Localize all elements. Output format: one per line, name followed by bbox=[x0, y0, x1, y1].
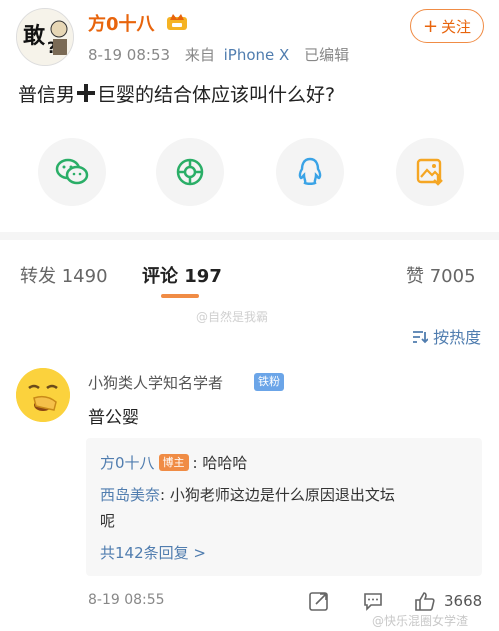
comment-timestamp: 8-19 08:55 bbox=[88, 592, 165, 608]
tab-repost[interactable]: 转发 1490 bbox=[20, 262, 108, 288]
post-text-part2: 巨婴的结合体应该叫什么好? bbox=[97, 84, 336, 106]
post-header: 敢 ? 方0十八 8-19 08:53 来自 iPhone X 已编辑 + 关注 bbox=[0, 0, 499, 70]
sort-by-popularity-button[interactable]: 按热度 bbox=[412, 324, 481, 348]
share-icon[interactable] bbox=[308, 590, 330, 612]
plus-emoji-icon bbox=[77, 84, 96, 102]
wechat-icon bbox=[55, 158, 89, 185]
post-meta: 8-19 08:53 来自 iPhone X 已编辑 bbox=[88, 44, 349, 65]
like-thumb-icon[interactable] bbox=[414, 590, 436, 612]
reply-text: : 哈哈哈 bbox=[192, 454, 248, 472]
author-name[interactable]: 方0十八 bbox=[88, 10, 155, 36]
reply-box[interactable]: 方0十八 博主: 哈哈哈 西岛美奈: 小狗老师这边是什么原因退出文坛 呢 共142… bbox=[86, 438, 482, 576]
share-row bbox=[0, 138, 499, 208]
reply-text-continued: 呢 bbox=[100, 512, 116, 530]
vip-crown-icon[interactable] bbox=[166, 11, 188, 31]
save-image-icon bbox=[416, 158, 443, 186]
section-divider bbox=[0, 232, 499, 240]
edited-label[interactable]: 已编辑 bbox=[304, 46, 349, 64]
more-replies-link[interactable]: 共142条回复 > bbox=[100, 542, 206, 563]
qq-icon bbox=[298, 157, 322, 185]
reply-text: : 小狗老师这边是什么原因退出文坛 bbox=[160, 486, 395, 504]
watermark-top: @自然是我霸 bbox=[196, 310, 269, 324]
share-moments-button[interactable] bbox=[156, 138, 224, 206]
share-wechat-button[interactable] bbox=[38, 138, 106, 206]
follow-label: 关注 bbox=[441, 17, 472, 36]
reply-author[interactable]: 方0十八 bbox=[100, 454, 155, 472]
post-text-part1: 普信男 bbox=[18, 84, 76, 106]
follow-button[interactable]: + 关注 bbox=[410, 9, 484, 43]
reply-item[interactable]: 方0十八 博主: 哈哈哈 bbox=[100, 452, 247, 473]
like-count: 3668 bbox=[444, 592, 483, 610]
commenter-name[interactable]: 小狗类人学知名学者 bbox=[88, 372, 223, 393]
reply-item[interactable]: 西岛美奈: 小狗老师这边是什么原因退出文坛 bbox=[100, 484, 395, 505]
commenter-avatar[interactable] bbox=[16, 368, 70, 422]
watermark-bottom: @快乐混圈女学渣 bbox=[372, 614, 469, 628]
svg-text:敢: 敢 bbox=[23, 23, 46, 49]
reply-author[interactable]: 西岛美奈 bbox=[100, 486, 160, 504]
sort-label: 按热度 bbox=[433, 328, 482, 347]
share-qq-button[interactable] bbox=[276, 138, 344, 206]
plus-icon: + bbox=[422, 15, 439, 37]
author-avatar[interactable]: 敢 ? bbox=[16, 8, 74, 66]
post-text: 普信男 巨婴的结合体应该叫什么好? bbox=[18, 80, 335, 107]
host-badge: 博主 bbox=[158, 454, 189, 471]
share-save-image-button[interactable] bbox=[396, 138, 464, 206]
comment-icon[interactable] bbox=[362, 590, 384, 612]
post-timestamp: 8-19 08:53 bbox=[88, 46, 171, 64]
tab-likes[interactable]: 赞 7005 bbox=[406, 262, 476, 288]
active-tab-indicator bbox=[161, 294, 199, 298]
comment-text: 普公婴 bbox=[88, 408, 139, 428]
tab-comments[interactable]: 评论 197 bbox=[142, 262, 222, 288]
fan-badge: 铁粉 bbox=[254, 373, 284, 391]
sort-icon bbox=[413, 331, 429, 344]
device-link[interactable]: iPhone X bbox=[224, 46, 290, 64]
moments-icon bbox=[176, 158, 204, 186]
source-prefix: 来自 bbox=[184, 46, 215, 64]
interaction-tabs: 转发 1490 评论 197 赞 7005 bbox=[0, 240, 499, 302]
